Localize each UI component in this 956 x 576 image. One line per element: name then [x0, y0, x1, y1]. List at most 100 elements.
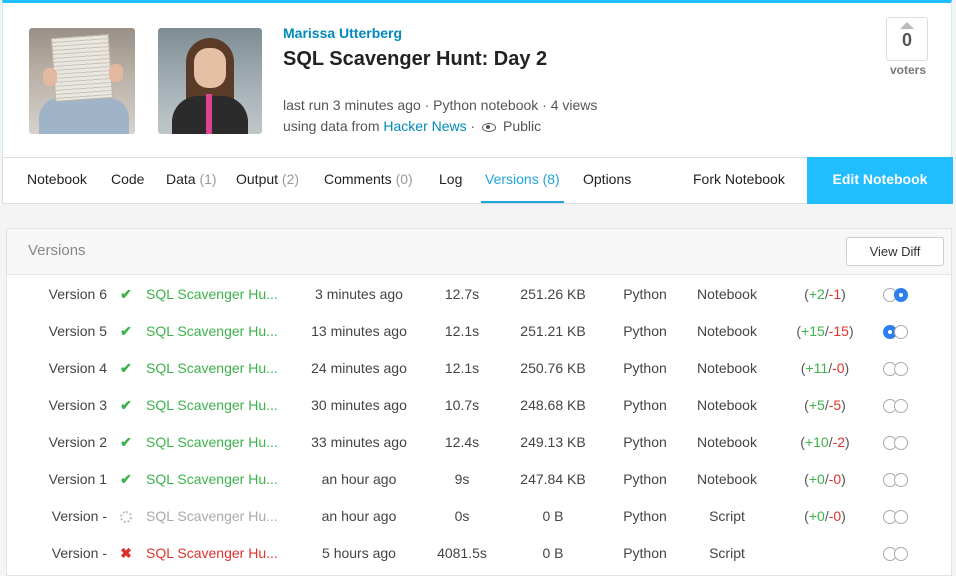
- version-row[interactable]: Version 4 ✔ SQL Scavenger Hu... 24 minutes …: [7, 350, 951, 387]
- version-title-link[interactable]: SQL Scavenger Hu...: [146, 535, 294, 572]
- version-title-link[interactable]: SQL Scavenger Hu...: [146, 461, 294, 498]
- version-status: ✔: [117, 387, 135, 424]
- version-diff-stats: (+11/-0): [800, 360, 850, 376]
- version-row[interactable]: Version 5 ✔ SQL Scavenger Hu... 13 minutes …: [7, 313, 951, 350]
- author-avatar[interactable]: [158, 28, 262, 134]
- tab-versions[interactable]: Versions (8): [481, 158, 564, 203]
- version-type: Notebook: [697, 397, 757, 413]
- fork-notebook-button[interactable]: Fork Notebook: [693, 158, 785, 203]
- version-type: Notebook: [697, 434, 757, 450]
- version-language: Python: [623, 360, 667, 376]
- version-row[interactable]: Version - SQL Scavenger Hu... an hour ago 0…: [7, 498, 951, 535]
- version-size: 247.84 KB: [520, 471, 586, 487]
- version-runtime: 12.1s: [444, 360, 480, 376]
- version-label: Version -: [51, 545, 107, 561]
- cross-icon: ✖: [120, 545, 132, 561]
- version-language: Python: [623, 471, 667, 487]
- version-title-link[interactable]: SQL Scavenger Hu...: [146, 313, 294, 350]
- version-language: Python: [623, 508, 667, 524]
- version-label: Version 3: [48, 397, 107, 413]
- diff-right-radio[interactable]: [894, 288, 908, 302]
- version-diff-stats: (+2/-1): [804, 286, 846, 302]
- run-meta: last run 3 minutes ago · Python notebook…: [283, 97, 598, 113]
- version-language: Python: [623, 434, 667, 450]
- version-title-link[interactable]: SQL Scavenger Hu...: [146, 350, 294, 387]
- version-row[interactable]: Version 6 ✔ SQL Scavenger Hu... 3 minutes a…: [7, 276, 951, 313]
- diff-selector: [883, 424, 913, 461]
- diff-right-radio[interactable]: [894, 436, 908, 450]
- version-size: 0 B: [542, 508, 564, 524]
- tab-code[interactable]: Code: [111, 158, 144, 203]
- diff-right-radio[interactable]: [894, 547, 908, 561]
- version-language: Python: [623, 323, 667, 339]
- version-label: Version 5: [48, 323, 107, 339]
- version-size: 0 B: [542, 545, 564, 561]
- diff-selector: [883, 350, 913, 387]
- version-runtime: 0s: [454, 508, 470, 524]
- check-icon: ✔: [120, 471, 132, 487]
- version-diff-stats: (+15/-15): [796, 323, 854, 339]
- diff-selector: [883, 387, 913, 424]
- tab-notebook[interactable]: Notebook: [27, 158, 87, 203]
- version-label: Version 1: [48, 471, 107, 487]
- diff-selector: [883, 276, 913, 313]
- tab-log[interactable]: Log: [439, 158, 462, 203]
- version-runtime: 12.7s: [444, 286, 480, 302]
- version-language: Python: [623, 286, 667, 302]
- version-size: 250.76 KB: [520, 360, 586, 376]
- version-title-link[interactable]: SQL Scavenger Hu...: [146, 387, 294, 424]
- author-name[interactable]: Marissa Utterberg: [283, 25, 402, 41]
- version-row[interactable]: Version 1 ✔ SQL Scavenger Hu... an hour ago…: [7, 461, 951, 498]
- version-time: an hour ago: [321, 508, 397, 524]
- version-row[interactable]: Version - ✖ SQL Scavenger Hu... 5 hours ago…: [7, 535, 951, 572]
- data-source-link[interactable]: Hacker News: [383, 118, 466, 134]
- tab-output[interactable]: Output (2): [236, 158, 299, 203]
- check-icon: ✔: [120, 286, 132, 302]
- version-title-link[interactable]: SQL Scavenger Hu...: [146, 276, 294, 313]
- tab-options[interactable]: Options: [583, 158, 631, 203]
- version-runtime: 9s: [454, 471, 470, 487]
- tab-bar: Notebook Code Data (1) Output (2) Commen…: [2, 157, 953, 204]
- check-icon: ✔: [120, 360, 132, 376]
- data-source-meta: using data from Hacker News · Public: [283, 118, 542, 134]
- version-time: an hour ago: [321, 471, 397, 487]
- version-diff-stats: (+0/-0): [804, 471, 846, 487]
- version-type: Notebook: [697, 360, 757, 376]
- kernel-thumbnail[interactable]: [29, 28, 135, 134]
- upvote-button[interactable]: 0: [886, 17, 928, 61]
- version-type: Script: [709, 508, 745, 524]
- version-runtime: 12.4s: [444, 434, 480, 450]
- version-language: Python: [623, 397, 667, 413]
- version-status: ✔: [117, 461, 135, 498]
- version-label: Version -: [51, 508, 107, 524]
- version-title-link[interactable]: SQL Scavenger Hu...: [146, 424, 294, 461]
- page-title: SQL Scavenger Hunt: Day 2: [283, 48, 548, 70]
- version-time: 13 minutes ago: [311, 323, 407, 339]
- version-row[interactable]: Version 3 ✔ SQL Scavenger Hu... 30 minutes …: [7, 387, 951, 424]
- diff-selector: [883, 461, 913, 498]
- version-time: 30 minutes ago: [311, 397, 407, 413]
- version-time: 24 minutes ago: [311, 360, 407, 376]
- upvote-arrow-icon: [900, 22, 914, 29]
- view-diff-button[interactable]: View Diff: [846, 237, 944, 266]
- version-time: 3 minutes ago: [315, 286, 403, 302]
- version-label: Version 2: [48, 434, 107, 450]
- tab-data[interactable]: Data (1): [166, 158, 217, 203]
- vote-count: 0: [901, 30, 912, 50]
- diff-right-radio[interactable]: [894, 362, 908, 376]
- version-runtime: 10.7s: [444, 397, 480, 413]
- version-diff-stats: [790, 535, 860, 572]
- diff-selector: [883, 313, 913, 350]
- diff-right-radio[interactable]: [894, 510, 908, 524]
- edit-notebook-button[interactable]: Edit Notebook: [807, 157, 953, 204]
- tab-comments[interactable]: Comments (0): [324, 158, 413, 203]
- version-runtime: 12.1s: [444, 323, 480, 339]
- diff-right-radio[interactable]: [894, 325, 908, 339]
- diff-right-radio[interactable]: [894, 399, 908, 413]
- version-status: ✔: [117, 424, 135, 461]
- version-title-link[interactable]: SQL Scavenger Hu...: [146, 498, 294, 535]
- version-runtime: 4081.5s: [437, 545, 487, 561]
- version-row[interactable]: Version 2 ✔ SQL Scavenger Hu... 33 minutes …: [7, 424, 951, 461]
- diff-right-radio[interactable]: [894, 473, 908, 487]
- version-diff-stats: (+5/-5): [804, 397, 846, 413]
